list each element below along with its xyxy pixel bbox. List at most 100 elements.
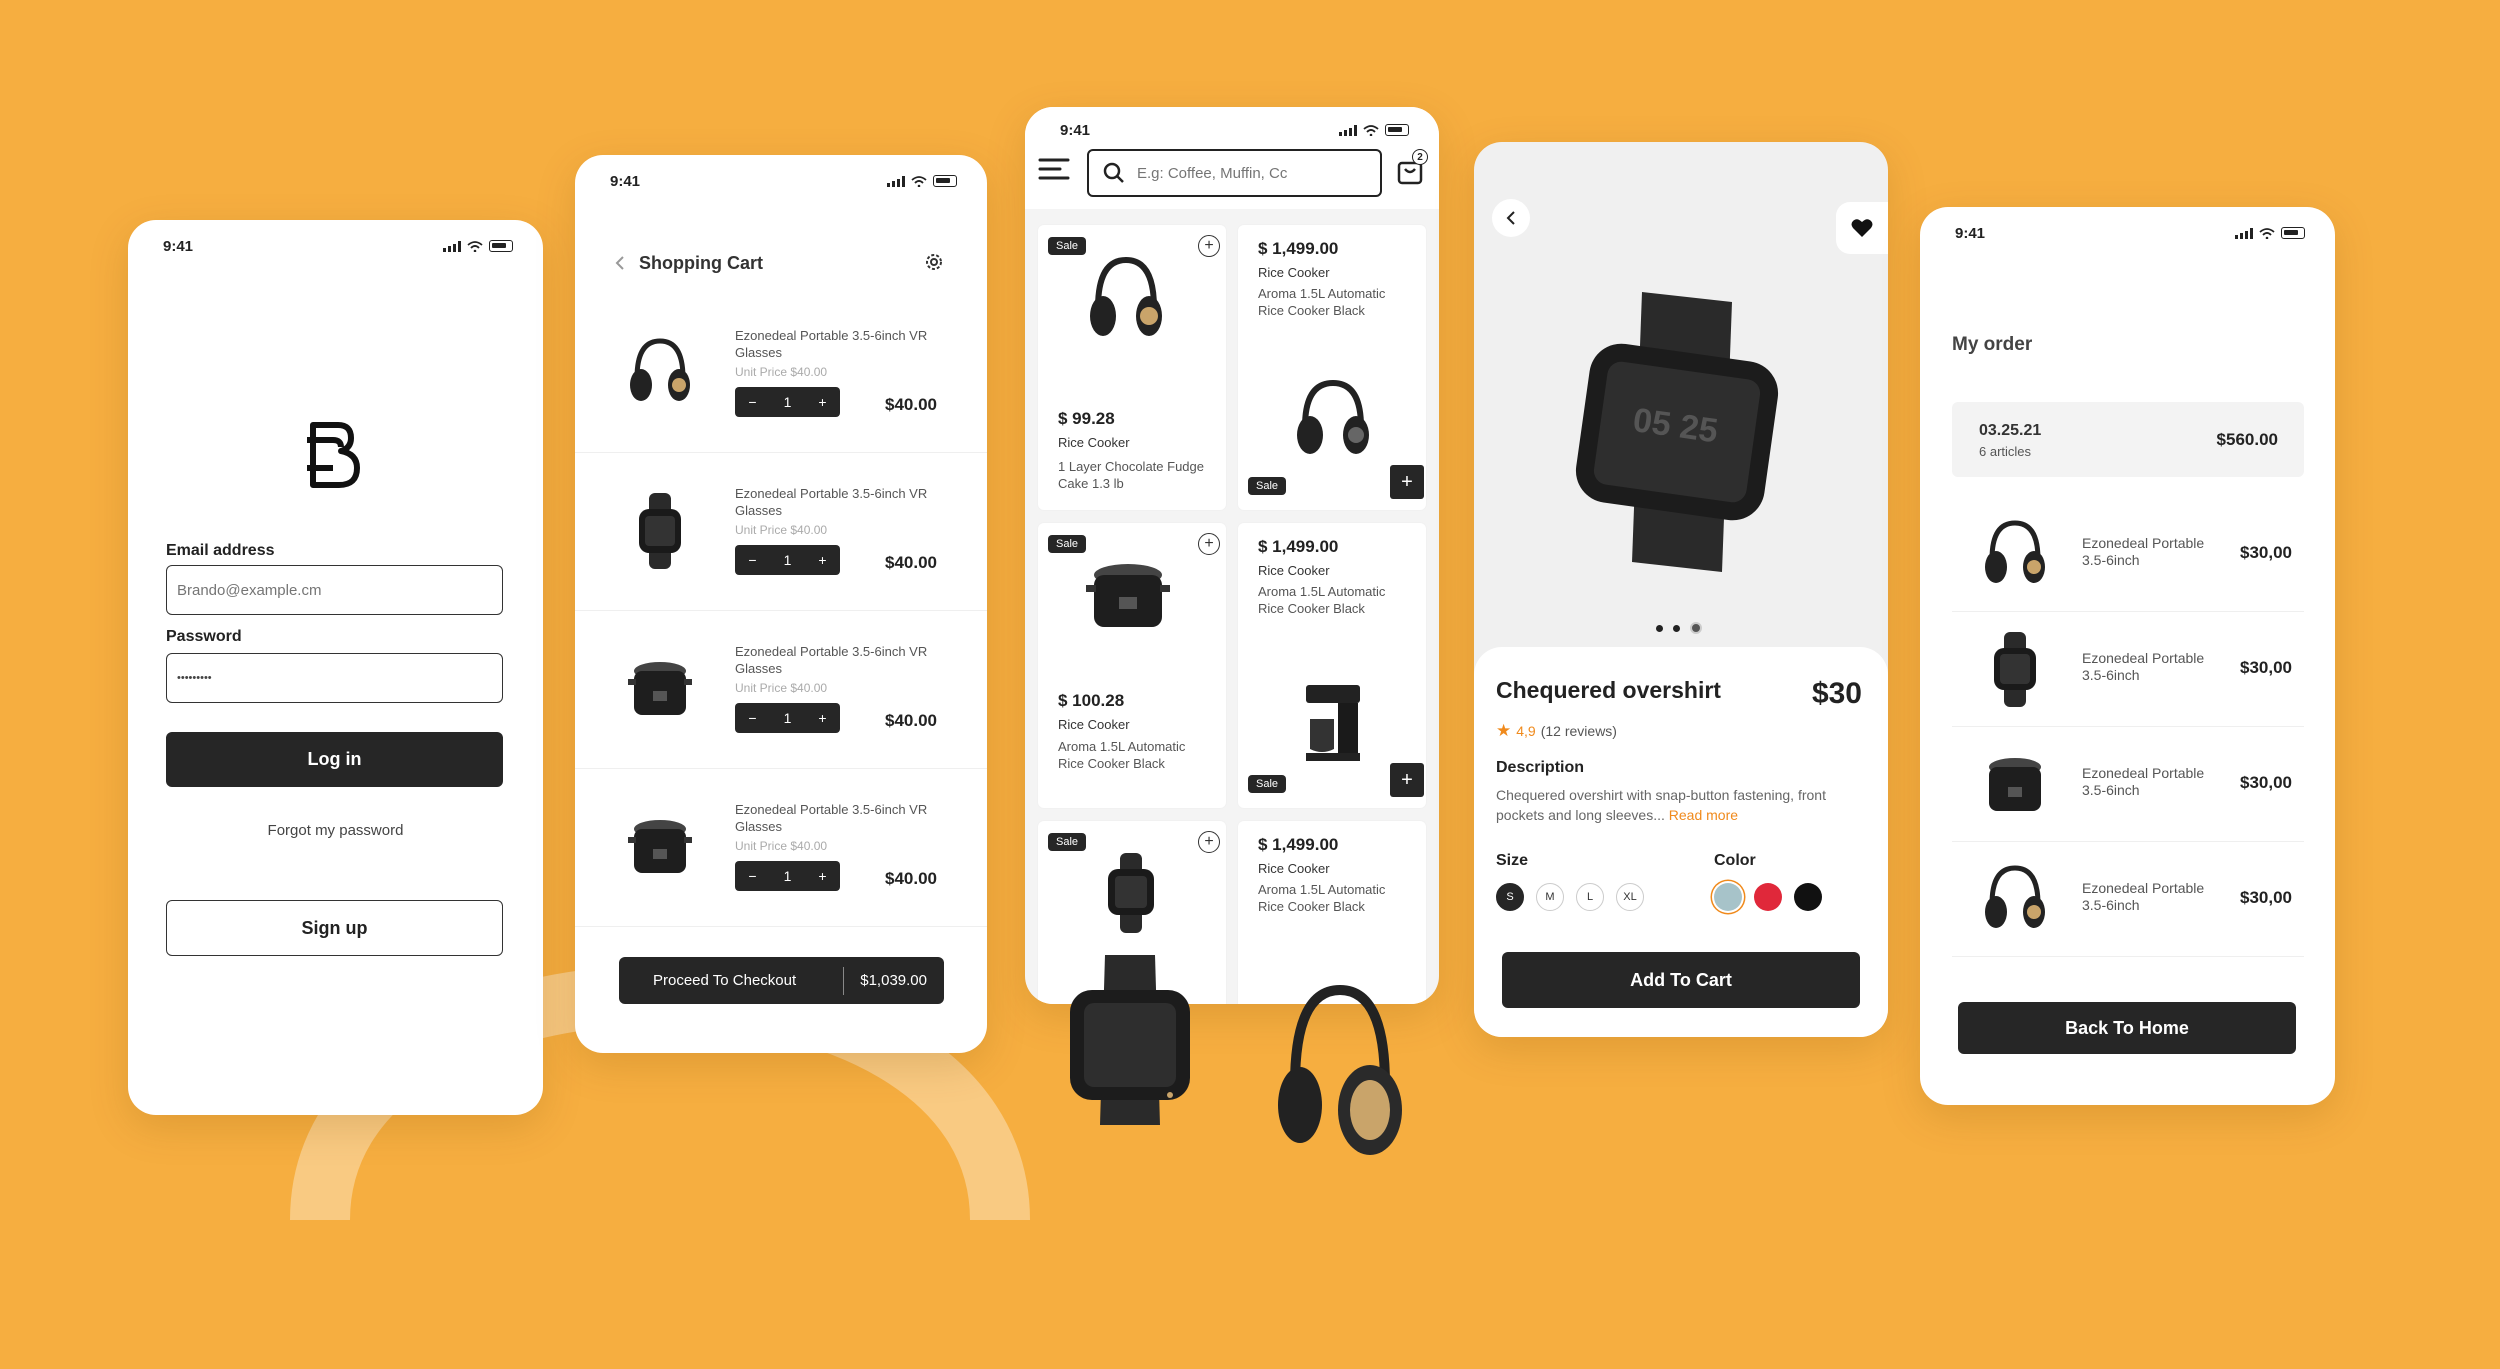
- decrease-button[interactable]: −: [738, 394, 768, 410]
- cart-item-unit-price: Unit Price $40.00: [735, 839, 828, 853]
- increase-button[interactable]: +: [808, 868, 838, 884]
- brand-logo-icon: [307, 422, 360, 488]
- wifi-icon: [467, 240, 483, 252]
- increase-button[interactable]: +: [808, 552, 838, 568]
- search-bar[interactable]: [1087, 149, 1382, 197]
- status-bar: 9:41: [1920, 207, 2335, 257]
- checkout-button[interactable]: Proceed To Checkout $1,039.00: [619, 957, 944, 1004]
- coffee-maker-product-icon: [1306, 685, 1360, 761]
- order-item: Ezonedeal Portable 3.5-6inch $30,00: [1952, 842, 2304, 957]
- add-to-wishlist-button[interactable]: +: [1198, 235, 1220, 257]
- decrease-button[interactable]: −: [738, 552, 768, 568]
- cart-item-unit-price: Unit Price $40.00: [735, 523, 828, 537]
- email-field[interactable]: [166, 565, 503, 615]
- product-category: Rice Cooker: [1058, 435, 1130, 450]
- cart-item: Ezonedeal Portable 3.5-6inch VR Glasses …: [575, 295, 987, 453]
- headphones-thumbnail-icon: [1985, 865, 2045, 928]
- product-category: Rice Cooker: [1258, 861, 1330, 876]
- battery-icon: [489, 240, 513, 252]
- signup-button[interactable]: Sign up: [166, 900, 503, 956]
- quantity-stepper: −1 +: [735, 545, 840, 575]
- add-to-cart-button[interactable]: Add To Cart: [1502, 952, 1860, 1008]
- search-input[interactable]: [1137, 164, 1337, 182]
- size-option[interactable]: M: [1536, 883, 1564, 911]
- rice-cooker-thumbnail-icon: [628, 820, 692, 873]
- color-option-selected[interactable]: [1714, 883, 1742, 911]
- order-item-price: $30,00: [2240, 658, 2292, 677]
- size-option[interactable]: XL: [1616, 883, 1644, 911]
- product-title: Chequered overshirt: [1496, 677, 1721, 703]
- product-category: Rice Cooker: [1258, 265, 1330, 280]
- increase-button[interactable]: +: [808, 394, 838, 410]
- cart-item-unit-price: Unit Price $40.00: [735, 365, 828, 379]
- color-title: Color: [1714, 852, 1756, 869]
- checkout-total: $1,039.00: [860, 972, 927, 989]
- add-to-cart-button[interactable]: +: [1390, 465, 1424, 499]
- login-button[interactable]: Log in: [166, 732, 503, 787]
- cart-item-unit-price: Unit Price $40.00: [735, 681, 828, 695]
- carousel-dot-active[interactable]: [1690, 622, 1702, 634]
- battery-icon: [1385, 124, 1409, 136]
- back-to-home-button[interactable]: Back To Home: [1958, 1002, 2296, 1054]
- add-to-wishlist-button[interactable]: +: [1198, 533, 1220, 555]
- status-time: 9:41: [163, 238, 194, 255]
- color-option[interactable]: [1794, 883, 1822, 911]
- hamburger-menu-icon[interactable]: [1038, 157, 1070, 181]
- product-description: Aroma 1.5L Automatic Rice Cooker Black: [1258, 286, 1386, 318]
- battery-icon: [2281, 227, 2305, 239]
- order-item-price: $30,00: [2240, 888, 2292, 907]
- sale-badge: Sale: [1048, 237, 1087, 255]
- quantity-value: 1: [783, 710, 792, 726]
- watch-hero-image: 05 25: [1575, 292, 1779, 572]
- add-to-cart-button[interactable]: +: [1390, 763, 1424, 797]
- product-description: 1 Layer Chocolate Fudge Cake 1.3 lb: [1058, 459, 1204, 491]
- cart-item: Ezonedeal Portable 3.5-6inch VR Glasses …: [575, 611, 987, 769]
- cart-item-name: Ezonedeal Portable 3.5-6inch VR Glasses: [735, 802, 928, 834]
- shopping-cart-screen: 9:41 Shopping Cart Ezonedeal Portable 3.…: [575, 155, 987, 1053]
- settings-gear-icon[interactable]: [923, 251, 945, 273]
- sale-badge: Sale: [1048, 833, 1087, 851]
- increase-button[interactable]: +: [808, 710, 838, 726]
- page-title: My order: [1952, 334, 2033, 355]
- add-to-wishlist-button[interactable]: +: [1198, 831, 1220, 853]
- status-time: 9:41: [1955, 225, 1986, 242]
- order-item-name: Ezonedeal Portable 3.5-6inch: [2082, 535, 2205, 568]
- product-card[interactable]: $ 1,499.00 Rice Cooker Aroma 1.5L Automa…: [1238, 225, 1426, 510]
- cart-item: Ezonedeal Portable 3.5-6inch VR Glasses …: [575, 453, 987, 611]
- order-item-name: Ezonedeal Portable 3.5-6inch: [2082, 880, 2205, 913]
- order-item: Ezonedeal Portable 3.5-6inch $30,00: [1952, 612, 2304, 727]
- favorite-button[interactable]: [1836, 202, 1888, 254]
- order-article-count: 6 articles: [1979, 444, 2032, 459]
- product-card[interactable]: Sale + $ 99.28 Rice Cooker 1 Layer Choco…: [1038, 225, 1226, 510]
- carousel-dot[interactable]: [1673, 625, 1680, 632]
- checkout-label: Proceed To Checkout: [653, 972, 797, 989]
- product-price: $ 99.28: [1058, 409, 1115, 428]
- product-category: Rice Cooker: [1258, 563, 1330, 578]
- password-label: Password: [166, 628, 242, 645]
- quantity-value: 1: [783, 552, 792, 568]
- product-category: Rice Cooker: [1058, 717, 1130, 732]
- color-option[interactable]: [1754, 883, 1782, 911]
- cart-item-price: $40.00: [885, 869, 937, 888]
- product-card[interactable]: $ 1,499.00 Rice Cooker Aroma 1.5L Automa…: [1238, 523, 1426, 808]
- decrease-button[interactable]: −: [738, 868, 768, 884]
- product-card[interactable]: Sale + $ 100.28 Rice Cooker Aroma 1.5L A…: [1038, 523, 1226, 808]
- password-field[interactable]: •••••••••: [166, 653, 503, 703]
- cart-item-price: $40.00: [885, 553, 937, 572]
- review-count[interactable]: (12 reviews): [1541, 723, 1617, 739]
- carousel-dot[interactable]: [1656, 625, 1663, 632]
- size-option-selected[interactable]: S: [1496, 883, 1524, 911]
- quantity-stepper: −1 +: [735, 703, 840, 733]
- product-list-screen: 9:41 2 Sale + $ 99.28 Rice Cooker 1 Laye…: [1025, 107, 1439, 1004]
- read-more-link[interactable]: Read more: [1669, 807, 1738, 823]
- forgot-password-link[interactable]: Forgot my password: [128, 822, 543, 839]
- order-summary[interactable]: 03.25.21 6 articles $560.00: [1952, 402, 2304, 477]
- rice-cooker-thumbnail-icon: [1989, 758, 2041, 811]
- back-chevron-icon[interactable]: [613, 255, 627, 271]
- sale-badge: Sale: [1248, 477, 1287, 495]
- size-option[interactable]: L: [1576, 883, 1604, 911]
- back-button[interactable]: [1492, 199, 1530, 237]
- search-icon: [1103, 162, 1124, 183]
- order-date: 03.25.21: [1979, 422, 2042, 439]
- decrease-button[interactable]: −: [738, 710, 768, 726]
